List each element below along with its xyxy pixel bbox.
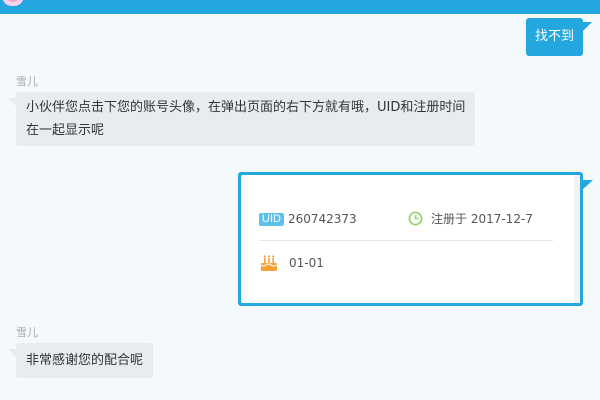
agent-message-bubble: 非常感谢您的配合呢 xyxy=(7,343,154,378)
agent-name-label: 雪儿 xyxy=(16,75,38,88)
agent-message-line: 在一起显示呢 xyxy=(26,123,105,138)
register-date: 注册于 2017-12-7 xyxy=(431,212,533,226)
uid-badge: UID xyxy=(259,212,284,226)
clock-icon xyxy=(408,211,423,226)
agent-message-bubble: 小伙伴您点击下您的账号头像，在弹出页面的右下方就有哦，UID和注册时间 在一起显… xyxy=(7,92,476,146)
profile-card-message: UID 260742373 注册于 2017-12-7 01-01 xyxy=(238,172,593,306)
uid-value: 260742373 xyxy=(287,212,357,226)
agent-message-text: 非常感谢您的配合呢 xyxy=(26,353,144,368)
birthday-value: 01-01 xyxy=(289,256,324,270)
register-row: 注册于 2017-12-7 xyxy=(408,210,533,227)
uid-row: UID 260742373 xyxy=(259,212,357,226)
birthday-row: 01-01 xyxy=(259,254,324,272)
card-scrollbar[interactable] xyxy=(574,175,580,303)
user-message-bubble: 找不到 xyxy=(525,18,593,56)
user-message-text: 找不到 xyxy=(534,29,574,44)
agent-name-label: 雪儿 xyxy=(16,326,38,339)
cake-icon xyxy=(260,255,278,271)
avatar[interactable] xyxy=(2,0,24,6)
card-divider xyxy=(259,240,553,241)
top-header-bar xyxy=(0,0,600,14)
agent-message-line: 小伙伴您点击下您的账号头像，在弹出页面的右下方就有哦，UID和注册时间 xyxy=(26,100,466,115)
profile-card: UID 260742373 注册于 2017-12-7 01-01 xyxy=(241,175,580,303)
